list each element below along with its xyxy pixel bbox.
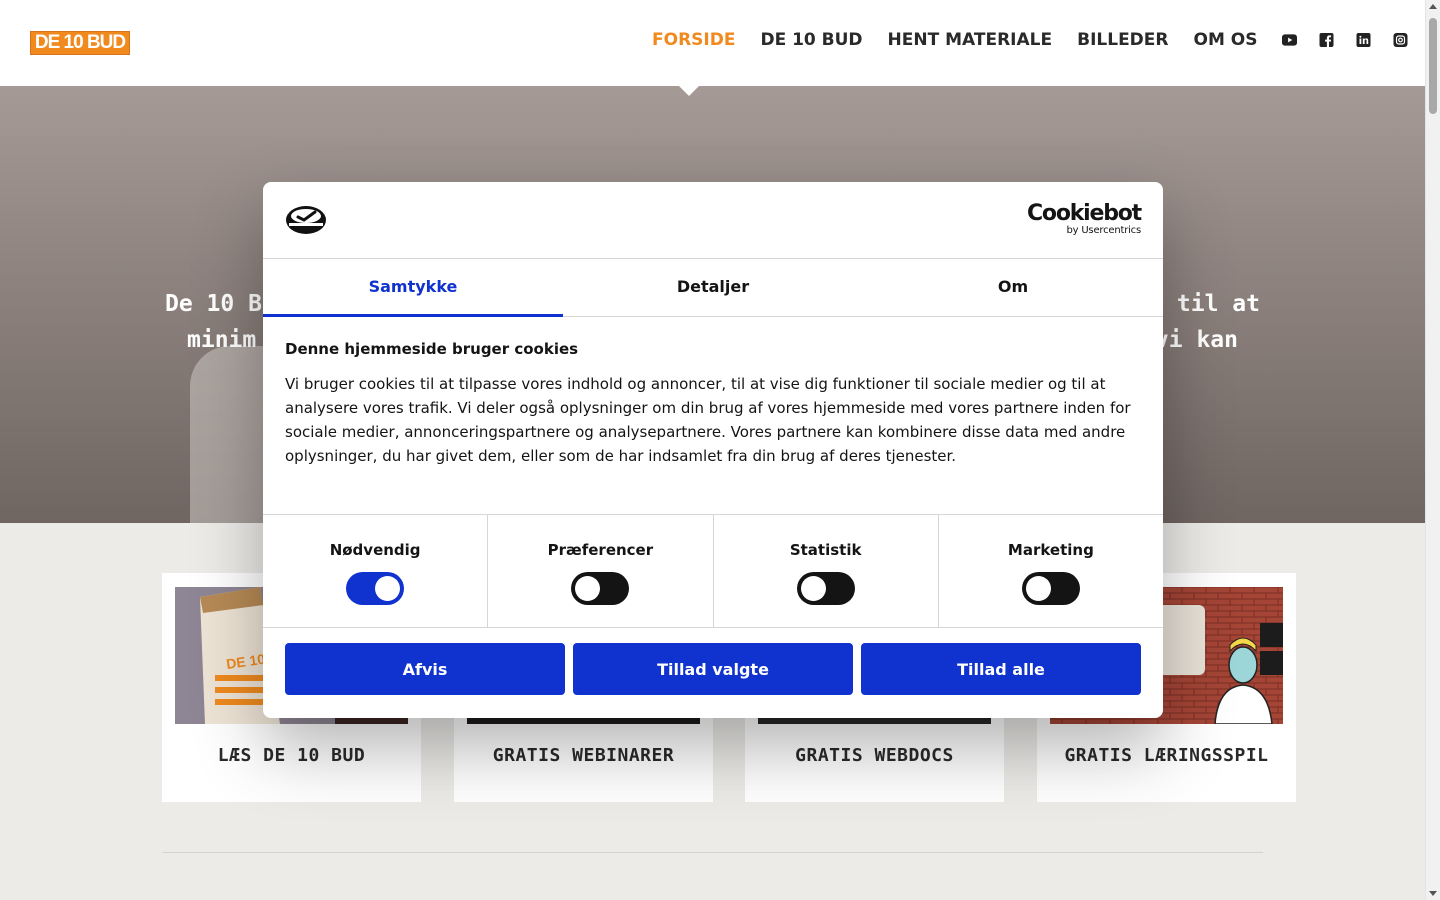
dialog-description: Vi bruger cookies til at tilpasse vores … [285, 375, 1131, 465]
facebook-icon[interactable] [1319, 33, 1334, 47]
allow-selected-button[interactable]: Tillad valgte [573, 643, 853, 695]
toggle-knob [1025, 576, 1051, 601]
site-logo[interactable]: DE 10 BUD [30, 31, 130, 55]
linkedin-icon[interactable] [1356, 33, 1371, 47]
scrollbar-thumb[interactable] [1429, 18, 1437, 114]
dialog-actions: Afvis Tillad valgte Tillad alle [285, 643, 1141, 695]
cookiebot-brand-sub: by Usercentrics [1066, 225, 1141, 236]
youtube-icon[interactable] [1282, 33, 1298, 47]
tab-om[interactable]: Om [863, 259, 1163, 316]
tab-detaljer[interactable]: Detaljer [563, 259, 863, 316]
toggle-knob [575, 576, 601, 601]
category-statistik: Statistik [714, 515, 939, 627]
dialog-header: Cookiebot by Usercentrics [263, 182, 1163, 259]
toggle-praeferencer[interactable] [571, 572, 630, 605]
deny-button[interactable]: Afvis [285, 643, 565, 695]
category-label: Statistik [789, 541, 862, 559]
toggle-marketing[interactable] [1021, 572, 1080, 605]
nav-item-forside[interactable]: FORSIDE [652, 30, 735, 50]
category-praeferencer: Præferencer [488, 515, 714, 627]
toggle-knob [800, 576, 826, 601]
card-label: GRATIS LÆRINGSSPIL [1064, 745, 1269, 766]
page-scrollbar[interactable] [1425, 0, 1440, 900]
dialog-tabs: Samtykke Detaljer Om [263, 259, 1163, 317]
category-label: Præferencer [547, 541, 654, 559]
toggle-knob [375, 576, 401, 601]
category-label: Nødvendig [329, 541, 421, 559]
cookiebot-brand-name: Cookiebot [1026, 201, 1142, 226]
card-label: GRATIS WEBDOCS [795, 745, 954, 766]
cookiebot-logo[interactable]: Cookiebot by Usercentrics [1026, 201, 1142, 236]
section-divider [162, 852, 1263, 853]
site-header: DE 10 BUD FORSIDE DE 10 BUD HENT MATERIA… [0, 0, 1425, 86]
instagram-icon[interactable] [1393, 33, 1408, 47]
category-label: Marketing [1007, 541, 1094, 559]
tab-samtykke[interactable]: Samtykke [263, 259, 563, 317]
cookie-consent-dialog: Cookiebot by Usercentrics Samtykke Detal… [263, 182, 1163, 718]
consent-categories: Nødvendig Præferencer Statistik Marketin… [263, 514, 1163, 628]
active-nav-indicator [679, 86, 699, 96]
nav-item-de-10-bud[interactable]: DE 10 BUD [760, 30, 862, 50]
toggle-statistik[interactable] [796, 572, 855, 605]
scroll-down-arrow-icon[interactable] [1429, 891, 1437, 896]
dialog-title: Denne hjemmeside bruger cookies [285, 340, 579, 358]
site-brand-icon [285, 204, 327, 236]
nav-item-hent-materiale[interactable]: HENT MATERIALE [888, 30, 1053, 50]
card-label: GRATIS WEBINARER [492, 745, 675, 766]
card-label: LÆS DE 10 BUD [217, 745, 366, 766]
hero-text-line1-right: til at [1176, 291, 1260, 317]
hero-text-line2-left: minim [187, 327, 257, 353]
hero-text-line1-left: De 10 B [165, 291, 262, 317]
nav-item-om-os[interactable]: OM OS [1194, 30, 1258, 50]
social-links [1282, 33, 1430, 47]
allow-all-button[interactable]: Tillad alle [861, 643, 1141, 695]
main-nav: FORSIDE DE 10 BUD HENT MATERIALE BILLEDE… [652, 30, 1430, 50]
scroll-up-arrow-icon[interactable] [1429, 4, 1437, 9]
toggle-noedvendig[interactable] [346, 572, 405, 605]
nav-item-billeder[interactable]: BILLEDER [1077, 30, 1168, 50]
hero-text-line2-right: vi kan [1154, 327, 1238, 353]
category-marketing: Marketing [939, 515, 1163, 627]
dialog-body: Denne hjemmeside bruger cookies Vi bruge… [285, 340, 1143, 468]
category-noedvendig: Nødvendig [263, 515, 489, 627]
